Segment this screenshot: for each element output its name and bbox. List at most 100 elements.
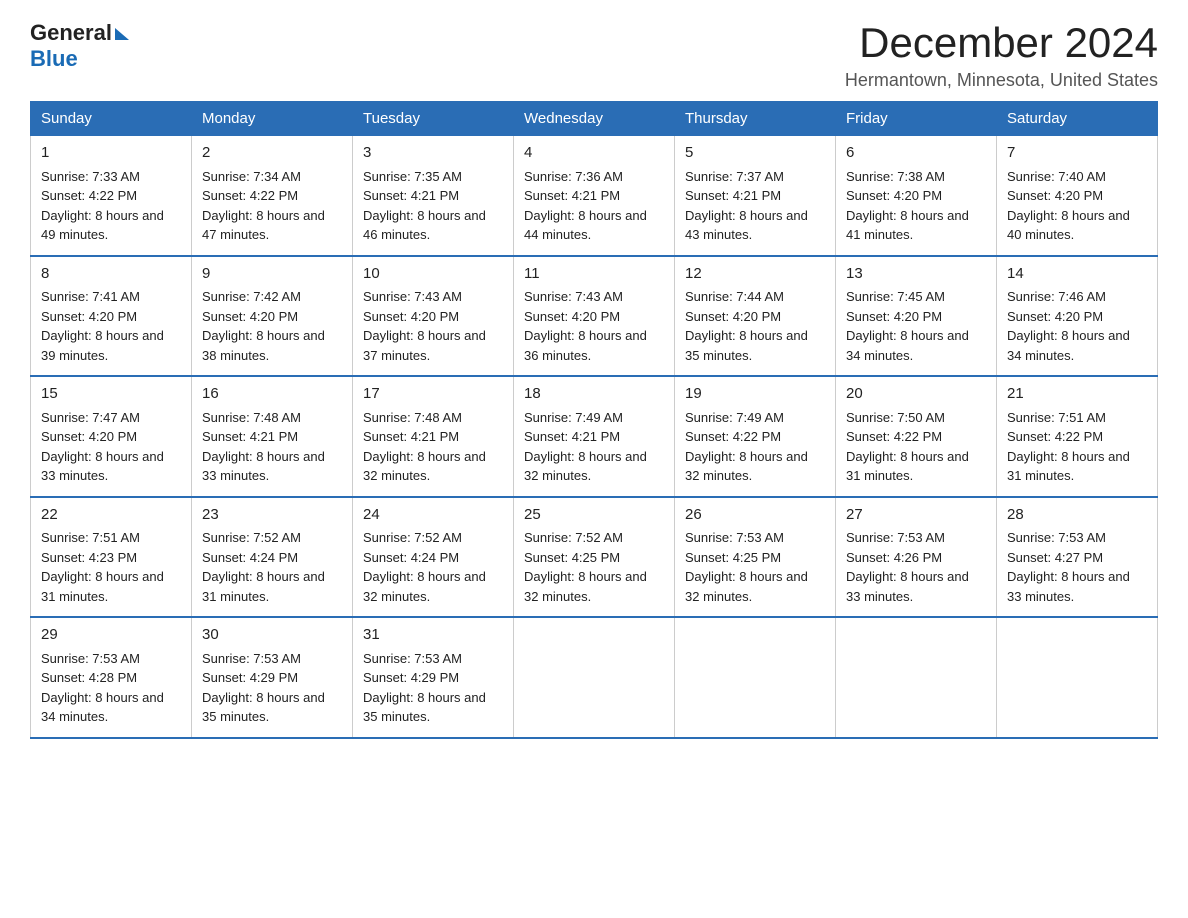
daylight-text: Daylight: 8 hours and 34 minutes. [1007, 328, 1130, 363]
day-number: 22 [41, 504, 181, 527]
sunset-text: Sunset: 4:20 PM [685, 309, 781, 324]
sunset-text: Sunset: 4:28 PM [41, 670, 137, 685]
sunset-text: Sunset: 4:26 PM [846, 550, 942, 565]
calendar-day-cell: 16Sunrise: 7:48 AMSunset: 4:21 PMDayligh… [192, 376, 353, 497]
day-number: 20 [846, 383, 986, 406]
sunrise-text: Sunrise: 7:42 AM [202, 289, 301, 304]
daylight-text: Daylight: 8 hours and 32 minutes. [363, 569, 486, 604]
calendar-day-cell [997, 617, 1158, 738]
day-of-week-header: Tuesday [353, 102, 514, 136]
sunset-text: Sunset: 4:29 PM [202, 670, 298, 685]
sunrise-text: Sunrise: 7:53 AM [41, 651, 140, 666]
sunrise-text: Sunrise: 7:38 AM [846, 169, 945, 184]
calendar-day-cell: 30 Sunrise: 7:53 AM Sunset: 4:29 PM Dayligh… [192, 617, 353, 738]
day-number: 14 [1007, 263, 1147, 286]
day-of-week-header: Sunday [31, 102, 192, 136]
calendar-day-cell [836, 617, 997, 738]
day-of-week-header: Friday [836, 102, 997, 136]
daylight-text: Daylight: 8 hours and 32 minutes. [524, 449, 647, 484]
daylight-text: Daylight: 8 hours and 31 minutes. [41, 569, 164, 604]
sunrise-text: Sunrise: 7:43 AM [363, 289, 462, 304]
day-number: 26 [685, 504, 825, 527]
calendar-day-cell: 28Sunrise: 7:53 AMSunset: 4:27 PMDayligh… [997, 497, 1158, 618]
day-number: 15 [41, 383, 181, 406]
calendar-day-cell: 11Sunrise: 7:43 AMSunset: 4:20 PMDayligh… [514, 256, 675, 377]
sunrise-text: Sunrise: 7:51 AM [1007, 410, 1106, 425]
day-number: 11 [524, 263, 664, 286]
sunrise-text: Sunrise: 7:53 AM [202, 651, 301, 666]
calendar-day-cell: 26Sunrise: 7:53 AMSunset: 4:25 PMDayligh… [675, 497, 836, 618]
day-number: 25 [524, 504, 664, 527]
daylight-text: Daylight: 8 hours and 32 minutes. [363, 449, 486, 484]
calendar-day-cell: 21Sunrise: 7:51 AMSunset: 4:22 PMDayligh… [997, 376, 1158, 497]
sunrise-text: Sunrise: 7:37 AM [685, 169, 784, 184]
logo: General Blue [30, 20, 129, 72]
day-number: 5 [685, 142, 825, 165]
sunrise-text: Sunrise: 7:47 AM [41, 410, 140, 425]
calendar-day-cell: 8Sunrise: 7:41 AMSunset: 4:20 PMDaylight… [31, 256, 192, 377]
day-number: 17 [363, 383, 503, 406]
sunrise-text: Sunrise: 7:53 AM [685, 530, 784, 545]
daylight-text: Daylight: 8 hours and 31 minutes. [846, 449, 969, 484]
daylight-text: Daylight: 8 hours and 35 minutes. [685, 328, 808, 363]
daylight-text: Daylight: 8 hours and 33 minutes. [1007, 569, 1130, 604]
day-number: 18 [524, 383, 664, 406]
sunset-text: Sunset: 4:20 PM [41, 429, 137, 444]
sunrise-text: Sunrise: 7:52 AM [202, 530, 301, 545]
calendar-day-cell: 12Sunrise: 7:44 AMSunset: 4:20 PMDayligh… [675, 256, 836, 377]
calendar-day-cell: 27Sunrise: 7:53 AMSunset: 4:26 PMDayligh… [836, 497, 997, 618]
logo-text-general: General [30, 20, 112, 46]
daylight-text: Daylight: 8 hours and 31 minutes. [202, 569, 325, 604]
daylight-text: Daylight: 8 hours and 35 minutes. [202, 690, 325, 725]
calendar-day-cell: 17Sunrise: 7:48 AMSunset: 4:21 PMDayligh… [353, 376, 514, 497]
sunrise-text: Sunrise: 7:33 AM [41, 169, 140, 184]
sunrise-text: Sunrise: 7:48 AM [363, 410, 462, 425]
day-of-week-header: Wednesday [514, 102, 675, 136]
daylight-text: Daylight: 8 hours and 38 minutes. [202, 328, 325, 363]
calendar-day-cell: 14 Sunrise: 7:46 AM Sunset: 4:20 PM Dayligh… [997, 256, 1158, 377]
day-number: 30 [202, 624, 342, 647]
sunrise-text: Sunrise: 7:45 AM [846, 289, 945, 304]
day-number: 27 [846, 504, 986, 527]
sunset-text: Sunset: 4:22 PM [202, 188, 298, 203]
sunset-text: Sunset: 4:24 PM [363, 550, 459, 565]
calendar-day-cell: 25Sunrise: 7:52 AMSunset: 4:25 PMDayligh… [514, 497, 675, 618]
page-header: General Blue December 2024 Hermantown, M… [30, 20, 1158, 91]
calendar-day-cell: 10Sunrise: 7:43 AMSunset: 4:20 PMDayligh… [353, 256, 514, 377]
calendar-day-cell: 7Sunrise: 7:40 AMSunset: 4:20 PMDaylight… [997, 136, 1158, 256]
calendar-day-cell: 20Sunrise: 7:50 AMSunset: 4:22 PMDayligh… [836, 376, 997, 497]
daylight-text: Daylight: 8 hours and 43 minutes. [685, 208, 808, 243]
logo-triangle-icon [115, 28, 129, 40]
sunrise-text: Sunrise: 7:53 AM [363, 651, 462, 666]
calendar-day-cell: 13Sunrise: 7:45 AMSunset: 4:20 PMDayligh… [836, 256, 997, 377]
day-number: 3 [363, 142, 503, 165]
daylight-text: Daylight: 8 hours and 34 minutes. [846, 328, 969, 363]
sunrise-text: Sunrise: 7:52 AM [363, 530, 462, 545]
day-number: 28 [1007, 504, 1147, 527]
calendar-week-row: 1Sunrise: 7:33 AMSunset: 4:22 PMDaylight… [31, 136, 1158, 256]
sunset-text: Sunset: 4:20 PM [1007, 188, 1103, 203]
sunrise-text: Sunrise: 7:35 AM [363, 169, 462, 184]
sunrise-text: Sunrise: 7:50 AM [846, 410, 945, 425]
sunrise-text: Sunrise: 7:46 AM [1007, 289, 1106, 304]
daylight-text: Daylight: 8 hours and 47 minutes. [202, 208, 325, 243]
title-section: December 2024 Hermantown, Minnesota, Uni… [845, 20, 1158, 91]
day-number: 13 [846, 263, 986, 286]
sunset-text: Sunset: 4:21 PM [363, 188, 459, 203]
day-number: 21 [1007, 383, 1147, 406]
day-number: 7 [1007, 142, 1147, 165]
day-of-week-header: Saturday [997, 102, 1158, 136]
daylight-text: Daylight: 8 hours and 31 minutes. [1007, 449, 1130, 484]
sunrise-text: Sunrise: 7:49 AM [524, 410, 623, 425]
calendar-week-row: 15 Sunrise: 7:47 AM Sunset: 4:20 PM Dayligh… [31, 376, 1158, 497]
calendar-day-cell: 22Sunrise: 7:51 AMSunset: 4:23 PMDayligh… [31, 497, 192, 618]
daylight-text: Daylight: 8 hours and 41 minutes. [846, 208, 969, 243]
sunset-text: Sunset: 4:20 PM [363, 309, 459, 324]
daylight-text: Daylight: 8 hours and 33 minutes. [202, 449, 325, 484]
sunset-text: Sunset: 4:24 PM [202, 550, 298, 565]
sunset-text: Sunset: 4:22 PM [685, 429, 781, 444]
calendar-day-cell: 2Sunrise: 7:34 AMSunset: 4:22 PMDaylight… [192, 136, 353, 256]
daylight-text: Daylight: 8 hours and 46 minutes. [363, 208, 486, 243]
sunset-text: Sunset: 4:20 PM [1007, 309, 1103, 324]
day-number: 9 [202, 263, 342, 286]
